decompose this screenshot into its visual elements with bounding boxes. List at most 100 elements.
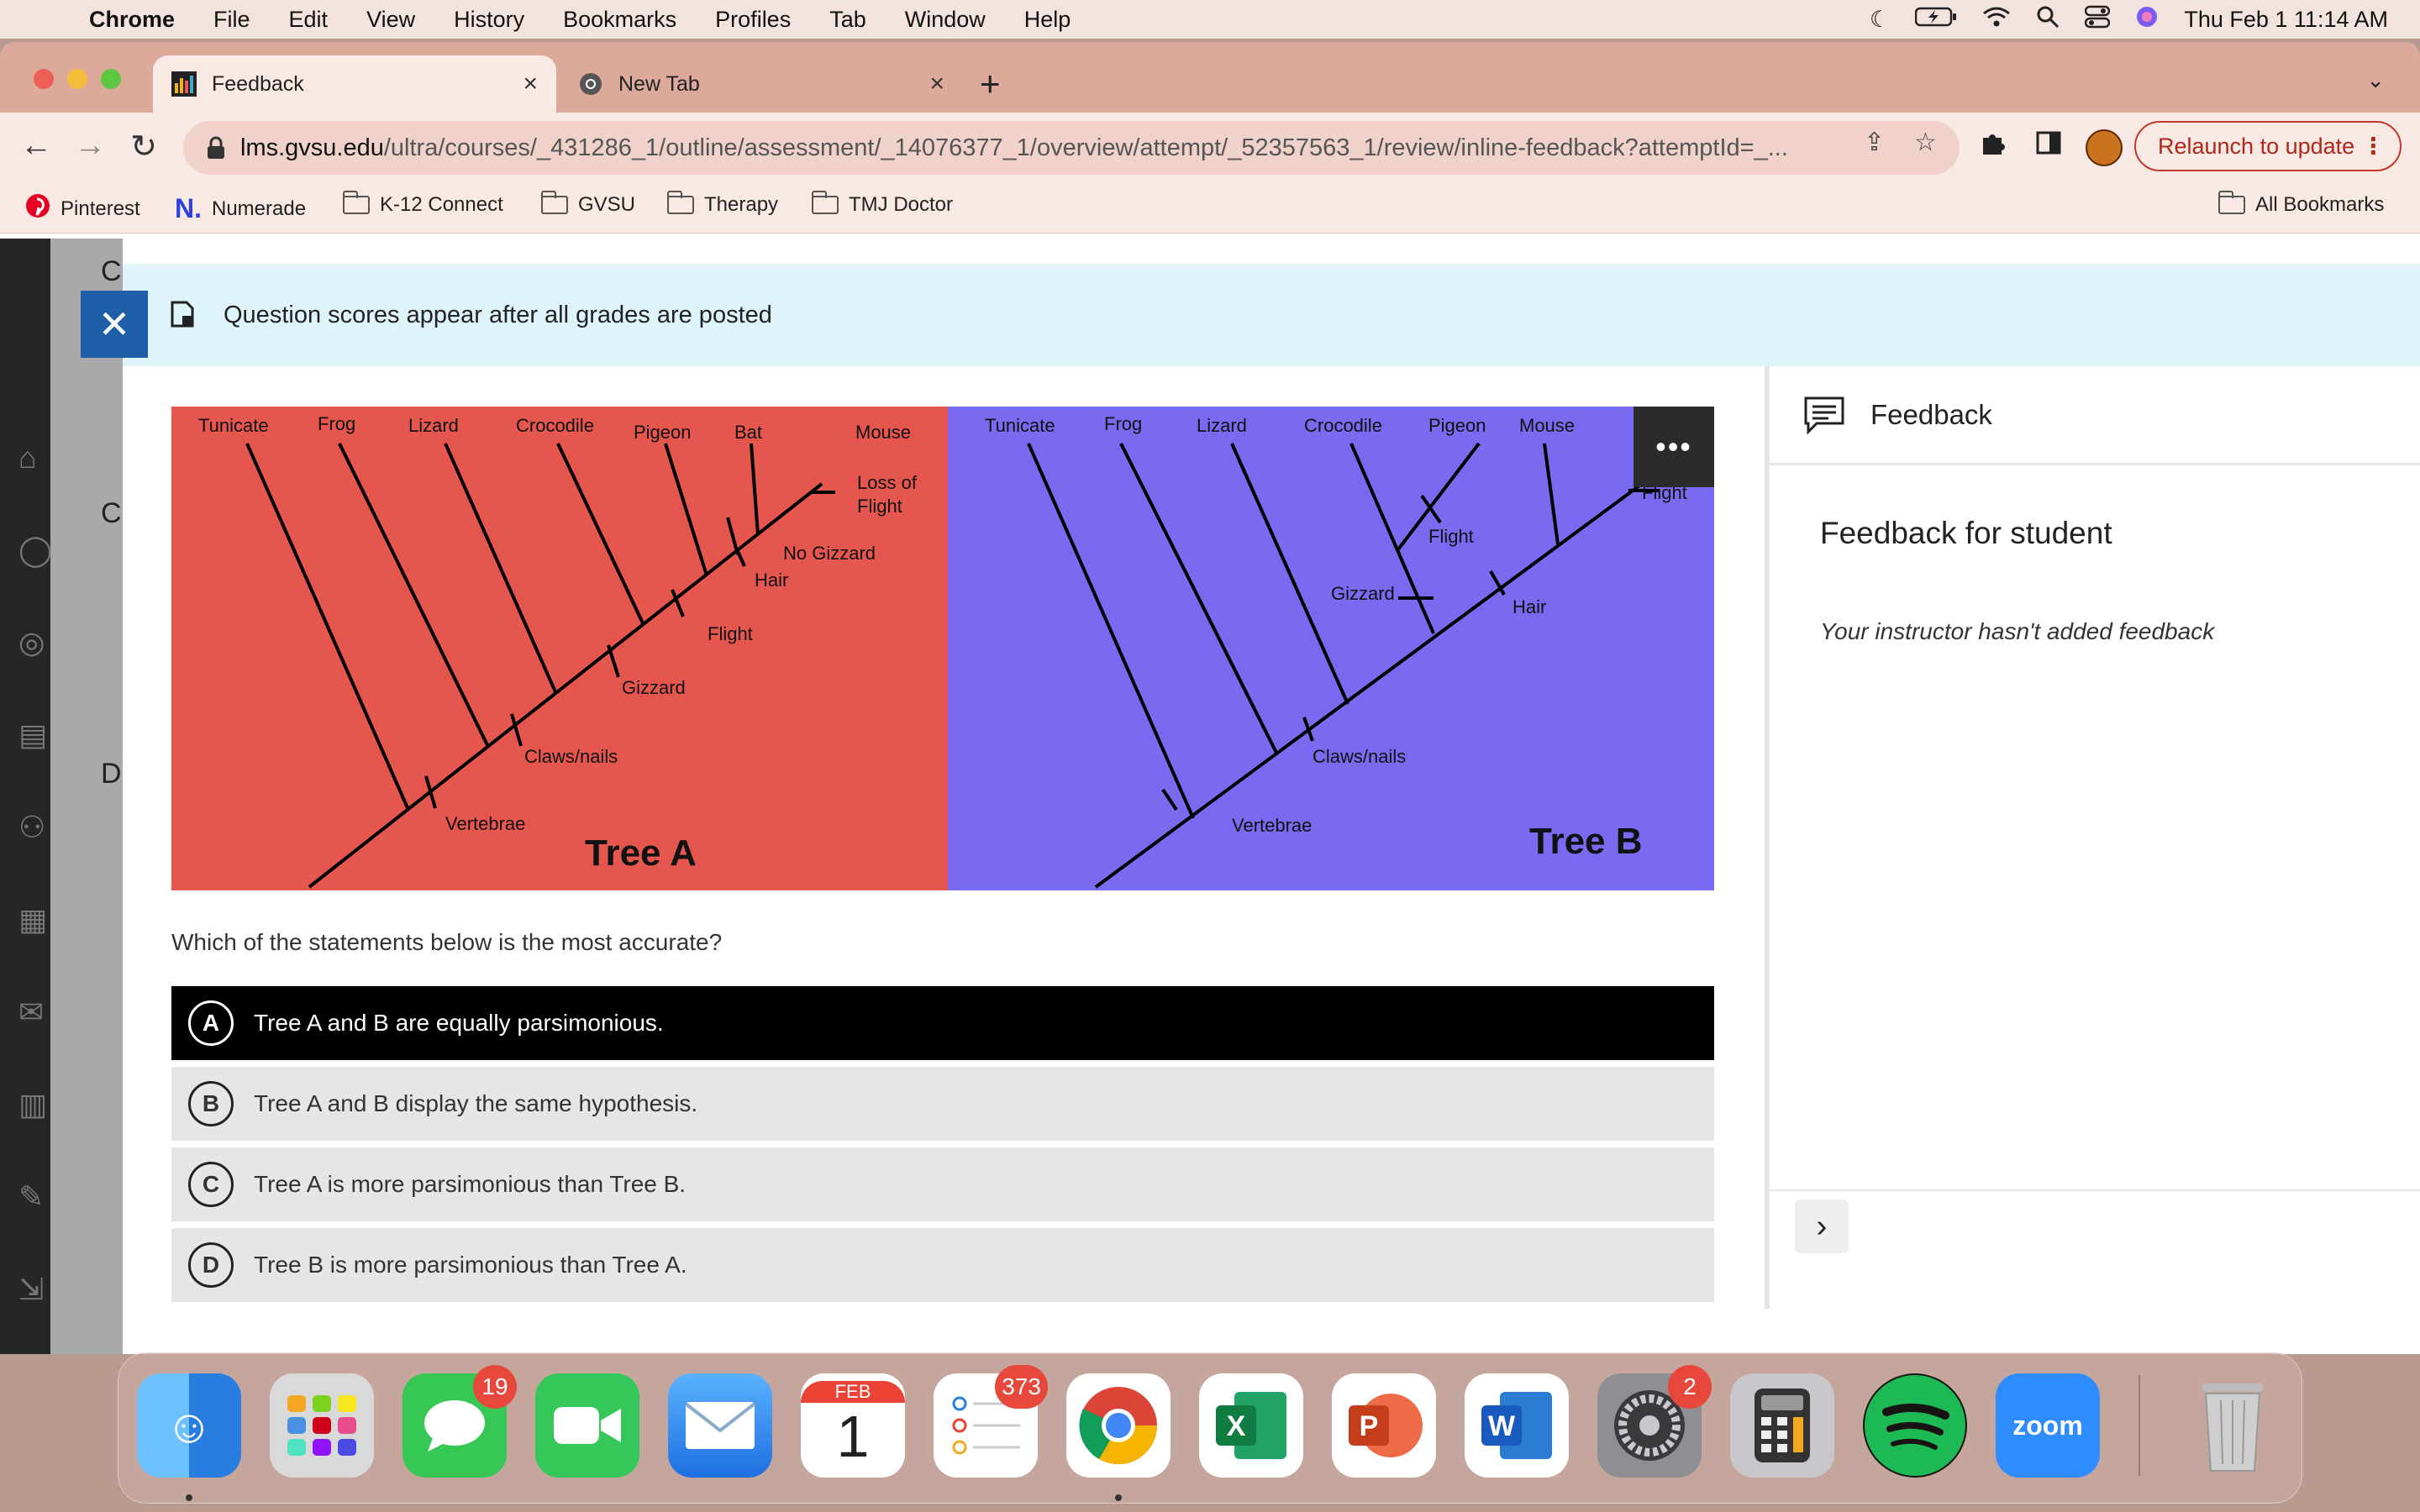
tab-feedback[interactable]: Feedback × [153,55,556,113]
menu-history[interactable]: History [454,7,524,33]
reload-icon[interactable]: ↻ [124,128,163,165]
feedback-footer: › [1770,1189,2420,1253]
spotlight-search-icon[interactable] [2036,5,2060,34]
address-bar[interactable]: lms.gvsu.edu/ultra/courses/_431286_1/out… [183,121,1960,175]
bookmark-label: Therapy [704,193,779,216]
window-zoom-button[interactable] [101,69,121,89]
chrome-running-dot [1115,1494,1122,1501]
back-arrow-icon[interactable]: ← [17,128,55,164]
focus-moon-icon[interactable]: ☾ [1870,7,1890,33]
system-settings-dock-icon[interactable]: 2 [1597,1365,1712,1478]
share-icon[interactable]: ⇪ [1864,128,1885,157]
menu-bookmarks[interactable]: Bookmarks [563,7,676,33]
question-text: Which of the statements below is the mos… [171,929,723,955]
siri-icon[interactable] [2135,5,2159,34]
window-minimize-button[interactable] [67,69,87,89]
chevron-right-icon[interactable]: › [1795,1200,1849,1253]
institution-icon[interactable]: ⌂ [18,440,55,477]
feedback-title: Feedback for student [1820,516,2112,550]
tree-b-taxon: Pigeon [1428,415,1486,436]
mail-dock-icon[interactable] [668,1373,772,1478]
calendar-icon[interactable]: ▦ [18,902,55,939]
choice-b[interactable]: B Tree A and B display the same hypothes… [171,1067,1714,1141]
launchpad-dock-icon[interactable] [270,1373,374,1478]
tree-a-taxon: Mouse [855,422,911,443]
menu-window[interactable]: Window [905,7,986,33]
excel-dock-icon[interactable]: X [1199,1373,1303,1478]
extensions-puzzle-icon[interactable] [1980,129,2007,163]
finder-dock-icon[interactable]: ☺ [137,1373,241,1478]
menu-app-name[interactable]: Chrome [89,7,175,33]
lock-icon[interactable] [207,136,225,160]
facetime-dock-icon[interactable] [535,1373,639,1478]
menu-bar: Chrome File Edit View History Bookmarks … [0,0,2420,39]
bookmark-k12-connect[interactable]: K-12 Connect [343,191,503,217]
lms-course-strip [50,239,123,1354]
profile-avatar[interactable] [2086,129,2123,166]
tree-b-trait: Flight [1428,526,1474,547]
choice-a[interactable]: A Tree A and B are equally parsimonious. [171,986,1714,1060]
bookmark-label: K-12 Connect [380,193,503,216]
grades-icon[interactable]: ▥ [18,1087,55,1124]
close-tab-icon[interactable]: × [929,70,944,98]
new-tab-plus-icon[interactable]: + [980,64,1001,104]
menu-help[interactable]: Help [1024,7,1071,33]
choice-c[interactable]: C Tree A is more parsimonious than Tree … [171,1147,1714,1221]
svg-text:X: X [1227,1410,1246,1442]
bookmark-label: GVSU [578,193,636,216]
bookmark-gvsu[interactable]: GVSU [541,191,636,217]
forward-arrow-icon[interactable]: → [71,128,109,164]
zoom-dock-icon[interactable]: zoom [1996,1373,2100,1478]
bookmark-tmj-doctor[interactable]: TMJ Doctor [812,191,953,217]
menubar-datetime[interactable]: Thu Feb 1 11:14 AM [2184,7,2388,33]
trash-dock-icon[interactable] [2181,1373,2285,1478]
url-host: lms.gvsu.edu [240,134,384,161]
notice-text: Question scores appear after all grades … [224,301,772,328]
close-tab-icon[interactable]: × [523,70,538,98]
tab-title: Feedback [212,71,304,96]
reminders-dock-icon[interactable]: 373 [934,1365,1048,1478]
messages-icon[interactable]: ✉ [18,995,55,1032]
choice-d[interactable]: D Tree B is more parsimonious than Tree … [171,1228,1714,1302]
bookmark-numerade[interactable]: N. Numerade [175,193,306,224]
word-dock-icon[interactable]: W [1465,1373,1569,1478]
calendar-dock-icon[interactable]: FEB 1 [801,1373,905,1478]
menu-view[interactable]: View [366,7,415,33]
menu-profiles[interactable]: Profiles [715,7,791,33]
battery-icon[interactable] [1915,6,1957,34]
dock-separator [2139,1375,2140,1476]
feedback-header-label: Feedback [1870,398,1992,430]
more-options-button[interactable]: ••• [1634,407,1714,487]
globe-icon[interactable]: ◎ [18,625,55,662]
side-panel-icon[interactable] [2035,129,2062,163]
bookmarks-bar: Pinterest N. Numerade K-12 Connect GVSU … [0,181,2420,234]
tools-icon[interactable]: ✎ [18,1179,55,1216]
feedback-comment-icon [1803,396,1845,435]
tab-strip: Feedback × New Tab × + ⌄ [0,42,2420,113]
courses-icon[interactable]: ▤ [18,717,55,754]
groups-icon[interactable]: ⚇ [18,810,55,847]
calendar-day: 1 [836,1404,870,1469]
control-center-icon[interactable] [2085,5,2111,34]
bookmark-star-icon[interactable]: ☆ [1914,128,1937,157]
profile-icon[interactable]: ◯ [18,533,55,570]
wifi-icon[interactable] [1982,6,2011,34]
relaunch-to-update-button[interactable]: Relaunch to update ⋮ [2134,121,2402,171]
sign-out-icon[interactable]: ⇲ [18,1272,55,1309]
tab-new-tab[interactable]: New Tab × [560,55,963,113]
more-vert-icon[interactable]: ⋮ [2362,134,2385,160]
window-close-button[interactable] [34,69,54,89]
menu-file[interactable]: File [213,7,250,33]
bookmark-pinterest[interactable]: Pinterest [25,193,140,224]
messages-dock-icon[interactable]: 19 [402,1365,517,1478]
menu-edit[interactable]: Edit [289,7,329,33]
powerpoint-dock-icon[interactable]: P [1332,1373,1436,1478]
menu-tab[interactable]: Tab [829,7,866,33]
tab-search-chevron-icon[interactable]: ⌄ [2366,67,2385,93]
chrome-dock-icon[interactable] [1066,1373,1171,1478]
spotify-dock-icon[interactable] [1863,1373,1967,1478]
bookmark-therapy[interactable]: Therapy [667,191,779,217]
all-bookmarks[interactable]: All Bookmarks [2218,191,2384,217]
close-panel-button[interactable]: ✕ [81,291,148,358]
calculator-dock-icon[interactable] [1730,1373,1834,1478]
